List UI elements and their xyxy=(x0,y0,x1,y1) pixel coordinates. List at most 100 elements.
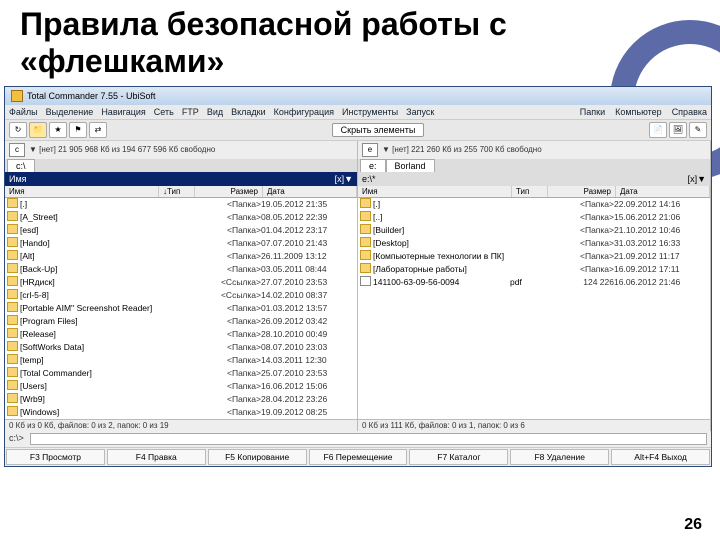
list-item[interactable]: [.]<Папка>19.05.2012 21:35 xyxy=(5,198,357,211)
file-date: 21.10.2012 10:46 xyxy=(614,224,708,237)
tab[interactable]: e: xyxy=(360,159,386,172)
list-item[interactable]: [Builder]<Папка>21.10.2012 10:46 xyxy=(358,224,710,237)
fkey-delete[interactable]: F8 Удаление xyxy=(510,449,609,465)
folder-icon[interactable]: 📁 xyxy=(29,122,47,138)
path-bar[interactable]: Имя [x]▼ xyxy=(5,172,357,186)
list-item[interactable]: [Wrb9]<Папка>28.04.2012 23:26 xyxy=(5,393,357,406)
file-size: <Папка> xyxy=(546,250,614,263)
file-list[interactable]: [.]<Папка>22.09.2012 14:16[..]<Папка>15.… xyxy=(358,198,710,419)
list-item[interactable]: [crl-5-8]<Ссылка>14.02.2010 08:37 xyxy=(5,289,357,302)
list-item[interactable]: [Users]<Папка>16.06.2012 15:06 xyxy=(5,380,357,393)
file-ext xyxy=(510,198,546,211)
tool-icon[interactable]: 🖼 xyxy=(669,122,687,138)
file-date: 27.07.2010 23:53 xyxy=(261,276,355,289)
menu-item[interactable]: Справка xyxy=(672,107,707,117)
path-bar[interactable]: e:\* [x]▼ xyxy=(358,172,710,186)
fkey-copy[interactable]: F5 Копирование xyxy=(208,449,307,465)
tool-icon[interactable]: ⇄ xyxy=(89,122,107,138)
tab[interactable]: Borland xyxy=(386,159,435,172)
page-number: 26 xyxy=(684,516,702,534)
fkey-edit[interactable]: F4 Правка xyxy=(107,449,206,465)
file-list[interactable]: [.]<Папка>19.05.2012 21:35[A_Street]<Пап… xyxy=(5,198,357,419)
file-name: 141100-63-09-56-0094 xyxy=(373,276,510,289)
close-icon[interactable]: [x]▼ xyxy=(335,174,353,184)
col-ext[interactable]: ↓Тип xyxy=(159,186,195,197)
file-date: 16.09.2012 17:11 xyxy=(614,263,708,276)
menu-item[interactable]: Файлы xyxy=(9,107,38,117)
list-item[interactable]: [..]<Папка>15.06.2012 21:06 xyxy=(358,211,710,224)
function-keys: F3 Просмотр F4 Правка F5 Копирование F6 … xyxy=(5,447,711,466)
col-date[interactable]: Дата xyxy=(616,186,710,197)
fkey-move[interactable]: F6 Перемещение xyxy=(309,449,408,465)
close-icon[interactable]: [x]▼ xyxy=(688,174,706,184)
tab[interactable]: c:\ xyxy=(7,159,35,172)
refresh-icon[interactable]: ↻ xyxy=(9,122,27,138)
list-item[interactable]: [A_Street]<Папка>08.05.2012 22:39 xyxy=(5,211,357,224)
menu-item[interactable]: Вид xyxy=(207,107,223,117)
menu-item[interactable]: FTP xyxy=(182,107,199,117)
drive-button[interactable]: e xyxy=(362,143,378,157)
path-text: Имя xyxy=(9,174,27,184)
list-item[interactable]: [SoftWorks Data]<Папка>08.07.2010 23:03 xyxy=(5,341,357,354)
menu-item[interactable]: Навигация xyxy=(101,107,145,117)
menu-item[interactable]: Вкладки xyxy=(231,107,266,117)
list-item[interactable]: [Компьютерные технологии в ПК]<Папка>21.… xyxy=(358,250,710,263)
tool-icon[interactable]: ★ xyxy=(49,122,67,138)
list-item[interactable]: [Total Commander]<Папка>25.07.2010 23:53 xyxy=(5,367,357,380)
fkey-exit[interactable]: Alt+F4 Выход xyxy=(611,449,710,465)
menu-item[interactable]: Конфигурация xyxy=(274,107,334,117)
list-item[interactable]: [Desktop]<Папка>31.03.2012 16:33 xyxy=(358,237,710,250)
file-size: <Папка> xyxy=(193,211,261,224)
menu-item[interactable]: Инструменты xyxy=(342,107,398,117)
menu-item[interactable]: Папки xyxy=(580,107,605,117)
list-item[interactable]: [.]<Папка>22.09.2012 14:16 xyxy=(358,198,710,211)
col-name[interactable]: Имя xyxy=(5,186,159,197)
list-item[interactable]: [esd]<Папка>01.04.2012 23:17 xyxy=(5,224,357,237)
fkey-view[interactable]: F3 Просмотр xyxy=(6,449,105,465)
col-size[interactable]: Размер xyxy=(195,186,263,197)
col-name[interactable]: Имя xyxy=(358,186,512,197)
list-item[interactable]: [Alt]<Папка>26.11.2009 13:12 xyxy=(5,250,357,263)
file-size: <Папка> xyxy=(193,393,261,406)
tool-icon[interactable]: ✎ xyxy=(689,122,707,138)
hide-elements-button[interactable]: Скрыть элементы xyxy=(332,123,425,137)
file-ext xyxy=(157,224,193,237)
fkey-mkdir[interactable]: F7 Каталог xyxy=(409,449,508,465)
list-item[interactable]: [Back-Up]<Папка>03.05.2011 08:44 xyxy=(5,263,357,276)
list-item[interactable]: 141100-63-09-56-0094pdf124 22616.06.2012… xyxy=(358,276,710,289)
tool-icon[interactable]: ⚑ xyxy=(69,122,87,138)
tool-icon[interactable]: 📄 xyxy=(649,122,667,138)
list-item[interactable]: [Program Files]<Папка>26.09.2012 03:42 xyxy=(5,315,357,328)
status-line: 0 Кб из 0 Кб, файлов: 0 из 2, папок: 0 и… xyxy=(5,419,357,431)
file-size: <Папка> xyxy=(193,367,261,380)
list-item[interactable]: [Release]<Папка>28.10.2010 00:49 xyxy=(5,328,357,341)
file-size: <Папка> xyxy=(546,198,614,211)
file-name: [Windows] xyxy=(20,406,157,419)
menu-item[interactable]: Выделение xyxy=(46,107,94,117)
list-item[interactable]: [Лабораторные работы]<Папка>16.09.2012 1… xyxy=(358,263,710,276)
panes: c ▼ [нет] 21 905 968 Кб из 194 677 596 К… xyxy=(5,141,711,431)
list-item[interactable]: [temp]<Папка>14.03.2011 12:30 xyxy=(5,354,357,367)
list-item[interactable]: [HRдиск]<Ссылка>27.07.2010 23:53 xyxy=(5,276,357,289)
drive-button[interactable]: c xyxy=(9,143,25,157)
file-name: [SoftWorks Data] xyxy=(20,341,157,354)
drive-bar: e ▼ [нет] 221 260 Кб из 255 700 Кб свобо… xyxy=(358,141,710,159)
menu-item[interactable]: Компьютер xyxy=(615,107,662,117)
file-date: 01.03.2012 13:57 xyxy=(261,302,355,315)
menu-item[interactable]: Запуск xyxy=(406,107,434,117)
col-size[interactable]: Размер xyxy=(548,186,616,197)
list-item[interactable]: [Portable AIM'' Screenshot Reader]<Папка… xyxy=(5,302,357,315)
file-icon xyxy=(360,276,371,286)
file-name: [Лабораторные работы] xyxy=(373,263,510,276)
menu-item[interactable]: Сеть xyxy=(154,107,174,117)
list-item[interactable]: [Windows]<Папка>19.09.2012 08:25 xyxy=(5,406,357,419)
file-ext xyxy=(510,263,546,276)
col-date[interactable]: Дата xyxy=(263,186,357,197)
file-date: 16.06.2012 15:06 xyxy=(261,380,355,393)
file-name: [Portable AIM'' Screenshot Reader] xyxy=(20,302,157,315)
list-item[interactable]: [Hando]<Папка>07.07.2010 21:43 xyxy=(5,237,357,250)
col-ext[interactable]: Тип xyxy=(512,186,548,197)
cmd-input[interactable] xyxy=(30,433,707,445)
file-size: <Папка> xyxy=(193,237,261,250)
folder-icon xyxy=(360,250,371,260)
